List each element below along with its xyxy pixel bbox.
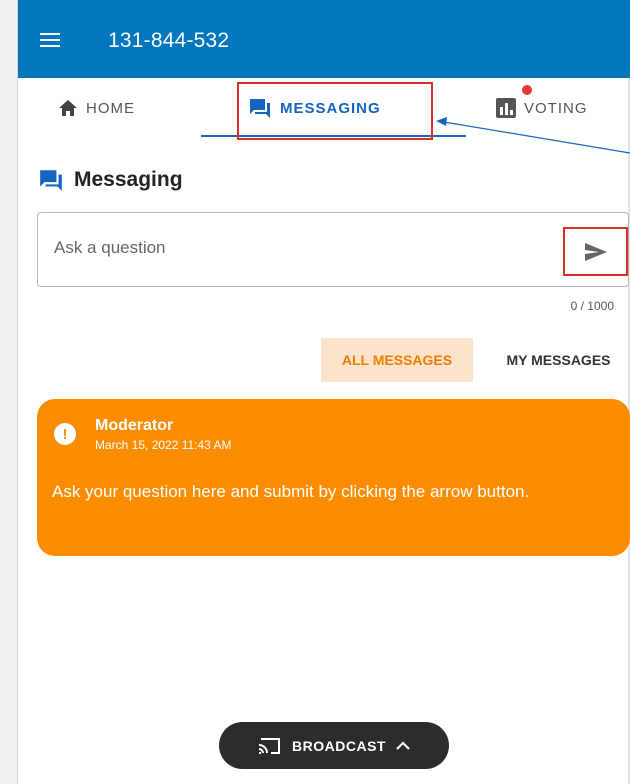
- message-author: Moderator: [95, 417, 174, 434]
- bar-chart-icon: [496, 98, 516, 118]
- left-panel-edge: [0, 0, 18, 784]
- chevron-up-icon: [396, 740, 410, 750]
- annotation-highlight-messaging: [237, 82, 433, 140]
- cast-icon: [258, 737, 281, 754]
- home-icon: [59, 100, 77, 116]
- send-icon: [584, 242, 607, 261]
- menu-icon[interactable]: [40, 33, 60, 47]
- broadcast-label: BROADCAST: [292, 737, 386, 754]
- broadcast-button[interactable]: BROADCAST: [219, 722, 449, 769]
- question-input[interactable]: [52, 237, 556, 259]
- tab-home-label: HOME: [86, 99, 135, 117]
- filter-all-messages[interactable]: ALL MESSAGES: [321, 338, 473, 382]
- tab-home[interactable]: HOME: [58, 78, 135, 138]
- tab-voting[interactable]: VOTING: [496, 78, 588, 138]
- section-title-text: Messaging: [74, 168, 183, 191]
- messaging-section-title: Messaging: [38, 168, 183, 192]
- question-field[interactable]: [37, 212, 629, 287]
- app-bar: 131-844-532: [18, 0, 630, 78]
- message-card: ! Moderator March 15, 2022 11:43 AM Ask …: [37, 399, 630, 556]
- chat-icon: [40, 170, 62, 191]
- tab-voting-label: VOTING: [524, 99, 588, 117]
- alert-icon: !: [54, 423, 76, 445]
- message-timestamp: March 15, 2022 11:43 AM: [95, 438, 232, 452]
- character-counter: 0 / 1000: [570, 299, 614, 313]
- app-title: 131-844-532: [108, 29, 230, 52]
- filter-my-messages[interactable]: MY MESSAGES: [487, 338, 630, 382]
- send-button[interactable]: [563, 227, 628, 276]
- notification-dot: [522, 85, 532, 95]
- message-body: Ask your question here and submit by cli…: [52, 482, 530, 501]
